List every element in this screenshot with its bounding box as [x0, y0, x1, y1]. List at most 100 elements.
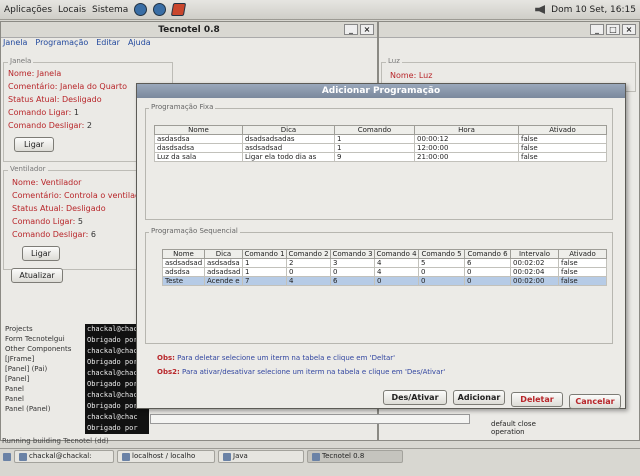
- table-cell: 1: [242, 258, 287, 268]
- adicionar-button[interactable]: Adicionar: [453, 390, 505, 405]
- ventilador-desligar-label: Comando Desligar:: [12, 230, 89, 239]
- column-header-comando-3[interactable]: Comando 3: [330, 249, 375, 259]
- tree-item[interactable]: [Panel] (Pai): [5, 364, 85, 374]
- programacao-sequencial-table[interactable]: Nome Dica Comando 1 Comando 2 Comando 3 …: [162, 249, 607, 286]
- minimize-button[interactable]: _: [344, 24, 358, 35]
- table-row[interactable]: asdasdsa dsadsadsadas 1 00:00:12 false: [154, 134, 607, 144]
- column-header-comando-2[interactable]: Comando 2: [286, 249, 331, 259]
- ventilador-ligar-button[interactable]: Ligar: [22, 246, 60, 261]
- ide-minimize-button[interactable]: _: [590, 24, 604, 35]
- table-row[interactable]: dasdsadsa asdsadsad 1 12:00:00 false: [154, 143, 607, 153]
- table-cell: Acende e: [204, 276, 243, 286]
- tree-item[interactable]: Panel: [5, 384, 85, 394]
- table-cell: 1: [242, 267, 287, 277]
- ide-titlebar: _ □ ×: [379, 22, 639, 38]
- task-java[interactable]: Java: [218, 450, 304, 463]
- janela-desligar-value: 2: [86, 121, 92, 130]
- window-icon: [312, 452, 320, 461]
- cancelar-button[interactable]: Cancelar: [569, 394, 621, 409]
- table-row[interactable]: adsdsa adsadsad 1 0 0 4 0 0 00:02:04 fal…: [162, 267, 607, 277]
- obs2-text: Para ativar/desativar selecione um iterm…: [182, 368, 446, 376]
- menu-programacao[interactable]: Programação: [35, 38, 88, 51]
- table-cell: asdsadsad: [162, 258, 205, 268]
- tree-item[interactable]: Panel: [5, 394, 85, 404]
- menu-editar[interactable]: Editar: [96, 38, 120, 51]
- table-cell: 00:02:04: [510, 267, 559, 277]
- table-cell: 0: [418, 276, 465, 286]
- tree-item[interactable]: [JFrame]: [5, 354, 85, 364]
- column-header-comando-5[interactable]: Comando 5: [418, 249, 465, 259]
- table-cell: false: [558, 267, 607, 277]
- ventilador-ligar-label: Comando Ligar:: [12, 217, 76, 226]
- table-cell: 21:00:00: [414, 152, 519, 162]
- table-cell: 00:02:00: [510, 276, 559, 286]
- column-header-ativado[interactable]: Ativado: [518, 125, 607, 135]
- janela-nome-label: Nome:: [8, 69, 35, 78]
- column-header-comando-4[interactable]: Comando 4: [374, 249, 419, 259]
- table-cell: 6: [330, 276, 375, 286]
- ide-maximize-button[interactable]: □: [606, 24, 620, 35]
- column-header-nome[interactable]: Nome: [162, 249, 205, 259]
- task-label: Java: [233, 452, 248, 460]
- taskbar: chackal@chackal: localhost / localho Jav…: [0, 448, 640, 464]
- task-label: Tecnotel 0.8: [322, 452, 365, 460]
- column-header-nome[interactable]: Nome: [154, 125, 243, 135]
- browser-icon: [122, 452, 130, 461]
- window-title: Tecnotel 0.8: [158, 24, 220, 35]
- ventilador-status-label: Status Atual:: [12, 204, 64, 213]
- ide-close-button[interactable]: ×: [622, 24, 636, 35]
- luz-nome-label: Nome:: [390, 71, 417, 80]
- show-desktop-icon[interactable]: [3, 452, 11, 461]
- menu-locais[interactable]: Locais: [58, 5, 86, 15]
- close-button[interactable]: ×: [360, 24, 374, 35]
- task-browser[interactable]: localhost / localho: [117, 450, 215, 463]
- volume-icon[interactable]: [535, 5, 546, 14]
- tree-item[interactable]: [Panel]: [5, 374, 85, 384]
- des-ativar-button[interactable]: Des/Ativar: [383, 390, 447, 405]
- ventilador-comentario-value: Controla o ventilad: [63, 191, 141, 200]
- column-header-ativado[interactable]: Ativado: [558, 249, 607, 259]
- ventilador-desligar-value: 6: [90, 230, 96, 239]
- column-header-hora[interactable]: Hora: [414, 125, 519, 135]
- table-row[interactable]: Luz da sala Ligar ela todo dia as 9 21:0…: [154, 152, 607, 162]
- property-line: operation: [491, 428, 525, 436]
- programacao-sequencial-group: Programação Sequencial Nome Dica Comando…: [145, 227, 613, 344]
- help-launcher-icon[interactable]: [134, 3, 148, 16]
- menu-ajuda[interactable]: Ajuda: [128, 38, 151, 51]
- task-terminal[interactable]: chackal@chackal:: [14, 450, 114, 463]
- table-cell: false: [518, 134, 607, 144]
- column-header-comando-6[interactable]: Comando 6: [464, 249, 511, 259]
- menu-sistema[interactable]: Sistema: [92, 5, 128, 15]
- column-header-dica[interactable]: Dica: [204, 249, 243, 259]
- menu-janela[interactable]: Janela: [3, 38, 27, 51]
- deletar-button[interactable]: Deletar: [511, 392, 563, 407]
- tree-item[interactable]: Other Components: [5, 344, 85, 354]
- janela-status-label: Status Atual:: [8, 95, 60, 104]
- tree-item[interactable]: Form Tecnotelgui: [5, 334, 85, 344]
- column-header-dica[interactable]: Dica: [242, 125, 335, 135]
- table-cell: 0: [464, 267, 511, 277]
- table-cell: 4: [374, 267, 419, 277]
- janela-ligar-button[interactable]: Ligar: [14, 137, 54, 152]
- horizontal-scrollbar[interactable]: [150, 414, 470, 424]
- table-row-selected[interactable]: Teste Acende e 7 4 6 0 0 0 00:02:00 fals…: [162, 276, 607, 286]
- janela-comentario-value: Janela do Quarto: [59, 82, 127, 91]
- column-header-intervalo[interactable]: Intervalo: [510, 249, 559, 259]
- obs2-activate-hint: Obs2: Para ativar/desativar selecione um…: [157, 368, 445, 376]
- tree-item[interactable]: Projects: [5, 324, 85, 334]
- browser-launcher-icon[interactable]: [153, 3, 167, 16]
- column-header-comando-1[interactable]: Comando 1: [242, 249, 287, 259]
- clock[interactable]: Dom 10 Set, 16:15: [551, 5, 636, 15]
- janela-ligar-label: Comando Ligar:: [8, 108, 72, 117]
- programacao-fixa-table[interactable]: Nome Dica Comando Hora Ativado asdasdsa …: [154, 125, 607, 162]
- janela-group-title: Janela: [8, 57, 34, 65]
- task-tecnotel[interactable]: Tecnotel 0.8: [307, 450, 403, 463]
- app-launcher-icon[interactable]: [171, 3, 187, 16]
- menu-aplicacoes[interactable]: Aplicações: [4, 5, 52, 15]
- table-row[interactable]: asdsadsad asdsadsa 1 2 3 4 5 6 00:02:02 …: [162, 258, 607, 268]
- atualizar-button[interactable]: Atualizar: [11, 268, 63, 283]
- table-cell: Teste: [162, 276, 205, 286]
- tree-item[interactable]: Panel (Panel): [5, 404, 85, 414]
- ventilador-group-title: Ventilador: [8, 165, 48, 173]
- column-header-comando[interactable]: Comando: [334, 125, 415, 135]
